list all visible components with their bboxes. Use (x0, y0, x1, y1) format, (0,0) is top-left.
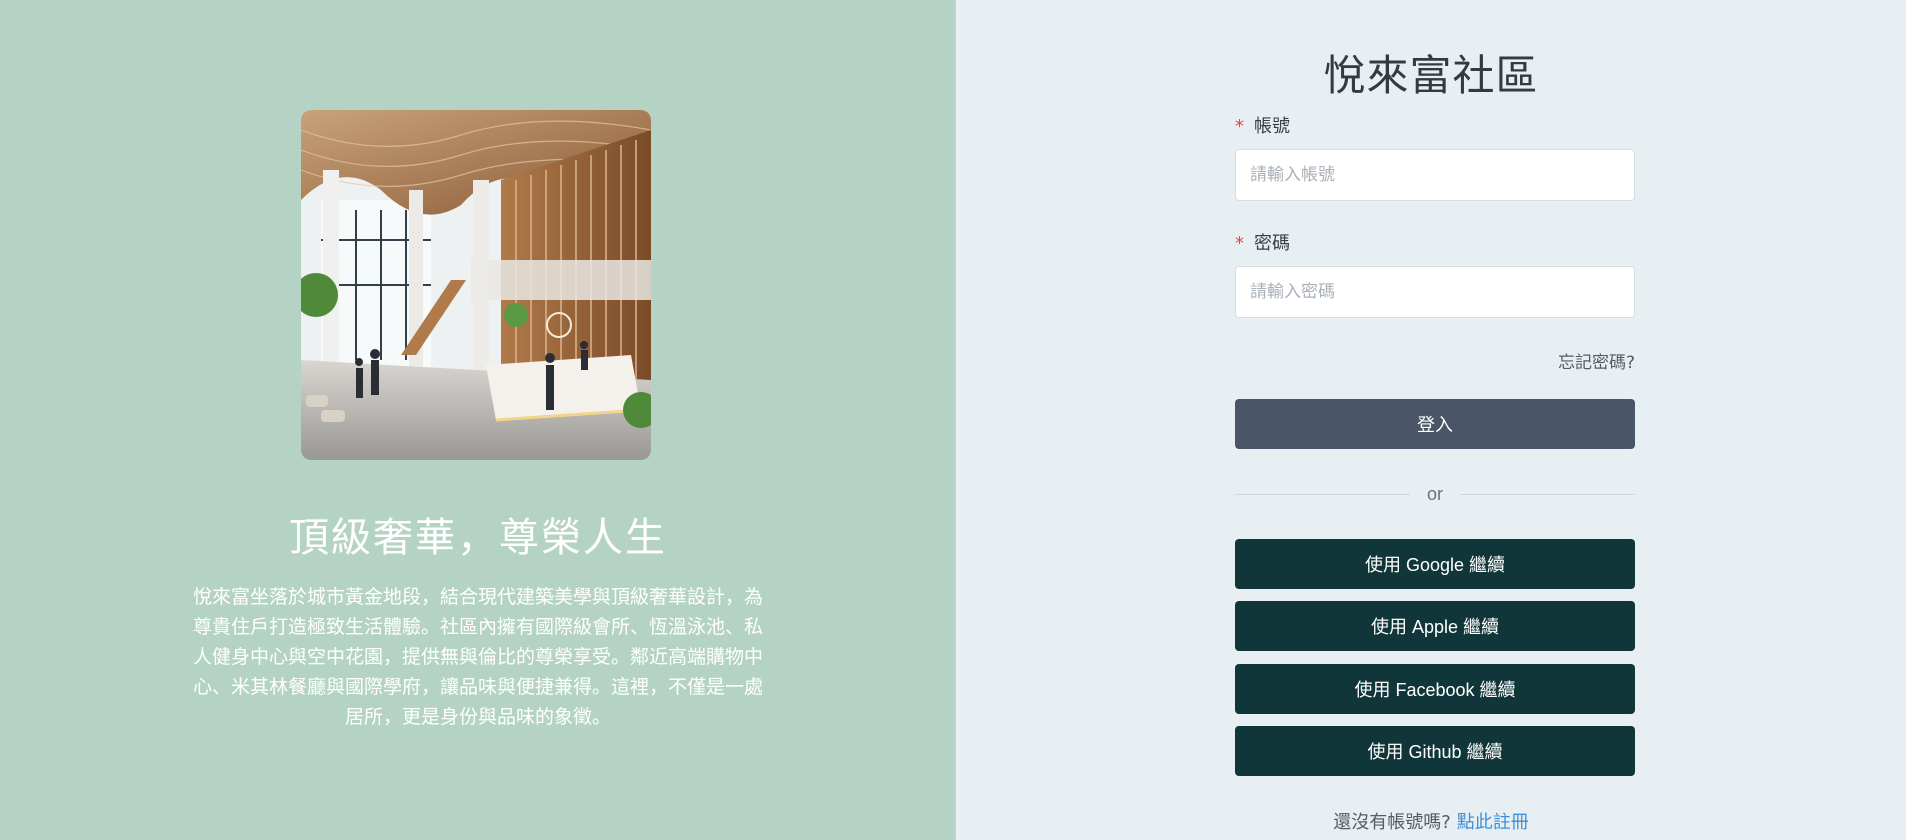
divider-line-right (1460, 494, 1635, 495)
login-button[interactable]: 登入 (1235, 399, 1635, 449)
password-label: * 密碼 (1235, 229, 1290, 255)
apple-login-button[interactable]: 使用 Apple 繼續 (1235, 601, 1635, 651)
brand-panel: 頂級奢華，尊榮人生 悅來富坐落於城市黃金地段，結合現代建築美學與頂級奢華設計，為… (0, 0, 956, 840)
tagline: 頂級奢華，尊榮人生 (289, 515, 667, 561)
forgot-password-link[interactable]: 忘記密碼? (1558, 348, 1635, 373)
signup-link[interactable]: 點此註冊 (1457, 812, 1529, 833)
community-title: 悅來富社區 (1323, 51, 1539, 100)
account-label: * 帳號 (1235, 112, 1290, 138)
required-mark: * (1235, 233, 1244, 254)
facebook-login-button[interactable]: 使用 Facebook 繼續 (1235, 664, 1635, 714)
account-label-text: 帳號 (1254, 116, 1290, 137)
github-login-button[interactable]: 使用 Github 繼續 (1235, 726, 1635, 776)
login-panel: 悅來富社區 * 帳號 * 密碼 忘記密碼? 登入 or 使用 Google 繼續 使… (956, 0, 1906, 840)
password-label-text: 密碼 (1254, 233, 1290, 254)
signup-prompt: 還沒有帳號嗎? 點此註冊 (956, 808, 1906, 834)
or-divider: or (1235, 482, 1635, 506)
community-description: 悅來富坐落於城市黃金地段，結合現代建築美學與頂級奢華設計，為尊貴住戶打造極致生活… (192, 586, 763, 728)
account-input[interactable] (1235, 149, 1635, 201)
lobby-image (301, 110, 651, 460)
required-mark: * (1235, 116, 1244, 137)
signup-prompt-text: 還沒有帳號嗎? (1333, 812, 1451, 833)
password-input[interactable] (1235, 266, 1635, 318)
login-page: 頂級奢華，尊榮人生 悅來富坐落於城市黃金地段，結合現代建築美學與頂級奢華設計，為… (0, 0, 1906, 840)
google-login-button[interactable]: 使用 Google 繼續 (1235, 539, 1635, 589)
